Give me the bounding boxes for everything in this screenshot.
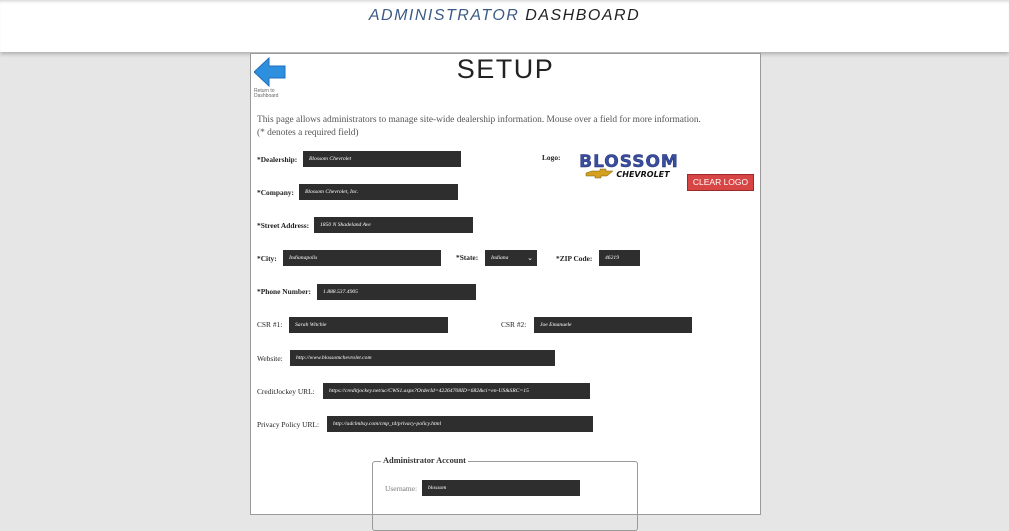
website-label: Website:: [257, 354, 283, 363]
svg-text:CHEVROLET: CHEVROLET: [616, 170, 670, 179]
top-header: ADMINISTRATOR DASHBOARD: [0, 0, 1009, 52]
creditjockey-url-input[interactable]: https://creditjockey.net/uc/CWS1.aspx?Or…: [323, 383, 590, 399]
svg-text:BLOSSOM: BLOSSOM: [579, 152, 679, 172]
username-label: Username:: [385, 484, 418, 493]
company-label: *Company:: [257, 188, 294, 197]
dashboard-title: ADMINISTRATOR DASHBOARD: [369, 7, 640, 25]
zip-code-label: *ZIP Code:: [556, 254, 593, 263]
street-address-input[interactable]: 1850 N Shadeland Ave: [314, 217, 473, 233]
dealership-label: *Dealership:: [257, 155, 298, 164]
company-input[interactable]: Blossom Chevrolet, Inc.: [299, 184, 458, 200]
privacy-policy-url-input[interactable]: http://adclmbsy.com/cmp_t4/privacy-polic…: [327, 416, 593, 432]
phone-number-label: *Phone Number:: [257, 287, 311, 296]
creditjockey-url-label: CreditJockey URL:: [257, 387, 315, 396]
intro-text: This page allows administrators to manag…: [257, 114, 737, 140]
street-address-label: *Street Address:: [257, 221, 310, 230]
state-select[interactable]: Indiana ⌄: [485, 250, 537, 266]
state-label: *State:: [456, 253, 479, 262]
city-input[interactable]: Indianapolis: [283, 250, 441, 266]
csr1-input[interactable]: Sarah Witchie: [289, 317, 448, 333]
intro-line-1: This page allows administrators to manag…: [257, 115, 701, 125]
csr2-label: CSR #2:: [501, 320, 527, 329]
intro-line-2: (* denotes a required field): [257, 128, 359, 138]
state-select-value: Indiana: [491, 255, 509, 261]
administrator-account-legend: Administrator Account: [381, 456, 468, 465]
zip-code-input[interactable]: 46219: [599, 250, 640, 266]
return-to-dashboard-label: Return to Dashboard: [254, 88, 279, 99]
website-input[interactable]: http://www.blossomchevrolet.com: [290, 350, 555, 366]
clear-logo-button[interactable]: CLEAR LOGO: [687, 174, 754, 191]
page-title: SETUP: [456, 54, 555, 84]
dealer-logo-image: BLOSSOM CHEVROLET: [579, 152, 679, 179]
title-part-dashboard: DASHBOARD: [525, 7, 641, 24]
city-label: *City:: [257, 254, 277, 263]
phone-number-input[interactable]: 1.888.537.4905: [317, 284, 476, 300]
privacy-policy-url-label: Privacy Policy URL:: [257, 420, 319, 429]
csr2-input[interactable]: Joe Emanuele: [534, 317, 692, 333]
setup-panel: Return to Dashboard SETUP This page allo…: [250, 53, 761, 531]
username-input[interactable]: blossom: [422, 480, 580, 496]
csr1-label: CSR #1:: [257, 320, 283, 329]
administrator-account-fieldset: Administrator Account Username: blossom: [372, 456, 638, 531]
logo-label: Logo:: [542, 153, 561, 162]
chevron-down-icon: ⌄: [527, 254, 533, 262]
dealership-input[interactable]: Blossom Chevrolet: [303, 151, 461, 167]
title-part-administrator: ADMINISTRATOR: [368, 7, 520, 24]
